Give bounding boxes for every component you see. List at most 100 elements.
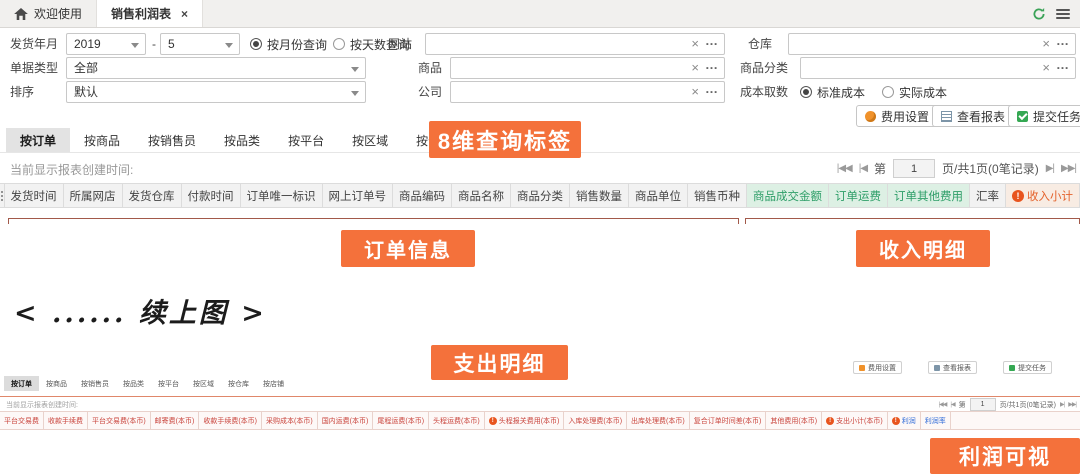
column-header[interactable]: ! 其他费用(本币)	[766, 412, 822, 429]
column-header[interactable]: ! 商品编码	[393, 184, 452, 207]
column-header[interactable]: ! 订单运费	[829, 184, 888, 207]
dimension-tab[interactable]: 按商品	[70, 128, 134, 152]
expense-table-header: ! 平台交易费 ! 收款手续费 ! 平台交易费(本币) ! 邮寄费(本币) ! …	[0, 411, 1080, 430]
column-header[interactable]: ! 商品名称	[452, 184, 511, 207]
view-report-button[interactable]: 查看报表	[932, 105, 1014, 127]
column-header[interactable]: ! 邮寄费(本币)	[151, 412, 200, 429]
column-header[interactable]: ! 所属网店	[64, 184, 123, 207]
dimension-tab[interactable]: 按订单	[6, 128, 70, 152]
last-page-icon[interactable]: ▶▶|	[1061, 163, 1076, 174]
product-label: 商品	[418, 57, 442, 79]
lookup-icon[interactable]: …	[702, 34, 724, 54]
column-header[interactable]: ! 复合订单时间差(本币)	[690, 412, 767, 429]
radio-actual-cost[interactable]: 实际成本	[882, 81, 947, 103]
column-header[interactable]: ! 出库处理费(本币)	[627, 412, 690, 429]
lookup-icon[interactable]: …	[1053, 34, 1075, 54]
doc-type-label: 单据类型	[10, 57, 58, 79]
dimension-tab[interactable]: 按商品	[39, 376, 74, 391]
lookup-icon[interactable]: …	[702, 82, 724, 102]
column-header[interactable]: ! 尾程运费(本币)	[373, 412, 429, 429]
dimension-tab[interactable]: 按品类	[210, 128, 274, 152]
company-input[interactable]	[451, 83, 688, 101]
dimension-tab[interactable]: 按销售员	[134, 128, 210, 152]
dimension-tab[interactable]: 按区域	[338, 128, 402, 152]
column-header[interactable]: ! 发货仓库	[123, 184, 182, 207]
mini-view-report-button[interactable]: 查看报表	[928, 361, 977, 374]
doc-type-select[interactable]: 全部	[66, 57, 366, 79]
dimension-tab[interactable]: 按订单	[4, 376, 39, 391]
next-page-icon[interactable]: ▶|	[1046, 163, 1054, 174]
dimension-tab[interactable]: 按仓库	[221, 376, 256, 391]
dimension-tab[interactable]: 按销售员	[74, 376, 116, 391]
column-header[interactable]: ! 支出小计(本币)	[822, 412, 888, 429]
app-window: 欢迎使用 销售利润表 × 发货年月 2019 - 5 按月份查询 按天数查询 网…	[0, 0, 1080, 474]
column-header[interactable]: ! 商品分类	[511, 184, 570, 207]
dimension-tab[interactable]: 按平台	[151, 376, 186, 391]
prev-page-icon[interactable]: |◀	[950, 401, 954, 408]
column-header[interactable]: ! 收款手续费	[44, 412, 88, 429]
column-header[interactable]: ! 头程报关费用(本币)	[485, 412, 565, 429]
column-header[interactable]: ! 销售币种	[688, 184, 747, 207]
dimension-tab[interactable]: 按区域	[186, 376, 221, 391]
ship-year-select[interactable]: 2019	[66, 33, 146, 55]
column-header[interactable]: ! 采购成本(本币)	[262, 412, 318, 429]
column-header[interactable]: ! 头程运费(本币)	[429, 412, 485, 429]
mini-submit-task-button[interactable]: 提交任务	[1003, 361, 1052, 374]
column-header[interactable]: ! 利润率	[921, 412, 951, 429]
clear-icon[interactable]: ×	[688, 58, 702, 78]
tab-sales-profit-report[interactable]: 销售利润表 ×	[96, 0, 203, 27]
next-page-icon[interactable]: ▶|	[1060, 401, 1064, 408]
radio-by-month[interactable]: 按月份查询	[250, 33, 327, 55]
submit-task-button[interactable]: 提交任务	[1008, 105, 1080, 127]
warehouse-field-wrap: × …	[788, 33, 1076, 55]
column-header[interactable]: ! 平台交易费	[0, 412, 44, 429]
lookup-icon[interactable]: …	[1053, 58, 1075, 78]
lookup-icon[interactable]: …	[702, 58, 724, 78]
column-header[interactable]: ! 入库处理费(本币)	[564, 412, 627, 429]
sort-select[interactable]: 默认	[66, 81, 366, 103]
column-header[interactable]: ! 订单唯一标识	[241, 184, 323, 207]
column-header[interactable]: ! 销售数量	[570, 184, 629, 207]
last-page-icon[interactable]: ▶▶|	[1068, 401, 1076, 408]
column-header[interactable]: ! 发货时间	[5, 184, 64, 207]
column-header[interactable]: ! 网上订单号	[323, 184, 394, 207]
refresh-icon[interactable]	[1032, 7, 1046, 21]
column-header[interactable]: ! 商品单位	[629, 184, 688, 207]
clear-icon[interactable]: ×	[1039, 58, 1053, 78]
clear-icon[interactable]: ×	[1039, 34, 1053, 54]
column-header[interactable]: ! 利润	[888, 412, 921, 429]
warning-icon: !	[489, 417, 497, 425]
category-input[interactable]	[801, 59, 1039, 77]
dimension-tab[interactable]: 按平台	[274, 128, 338, 152]
close-tab-icon[interactable]: ×	[181, 7, 188, 21]
coin-icon	[859, 365, 865, 371]
website-input[interactable]	[426, 35, 688, 53]
page-number-input[interactable]	[970, 398, 996, 411]
column-header[interactable]: ! 汇率	[970, 184, 1006, 207]
column-header[interactable]: ! 国内运费(本币)	[318, 412, 374, 429]
radio-standard-cost[interactable]: 标准成本	[800, 81, 865, 103]
product-input[interactable]	[451, 59, 688, 77]
fee-settings-button[interactable]: 费用设置	[856, 105, 938, 127]
mini-fee-settings-button[interactable]: 费用设置	[853, 361, 902, 374]
menu-icon[interactable]	[1056, 9, 1070, 19]
clear-icon[interactable]: ×	[688, 34, 702, 54]
page-number-input[interactable]	[893, 159, 935, 178]
dimension-tab[interactable]: 按品类	[116, 376, 151, 391]
clear-icon[interactable]: ×	[688, 82, 702, 102]
column-header[interactable]: ! 收入小计	[1006, 184, 1080, 207]
dimension-tab[interactable]: 按店铺	[256, 376, 291, 391]
column-header[interactable]: ! 付款时间	[182, 184, 241, 207]
column-header[interactable]: ! 商品成交金额	[747, 184, 829, 207]
column-header[interactable]: ! 订单其他费用	[888, 184, 970, 207]
chevron-down-icon	[131, 43, 139, 48]
ship-month-select[interactable]: 5	[160, 33, 240, 55]
first-page-icon[interactable]: |◀◀	[837, 163, 852, 174]
column-header[interactable]: ! 平台交易费(本币)	[88, 412, 151, 429]
warehouse-input[interactable]	[789, 35, 1039, 53]
column-header[interactable]: ! 收款手续费(本币)	[199, 412, 262, 429]
first-page-icon[interactable]: |◀◀	[939, 401, 947, 408]
prev-page-icon[interactable]: |◀	[859, 163, 867, 174]
tab-welcome[interactable]: 欢迎使用	[0, 0, 96, 27]
window-tabbar: 欢迎使用 销售利润表 ×	[0, 0, 1080, 28]
